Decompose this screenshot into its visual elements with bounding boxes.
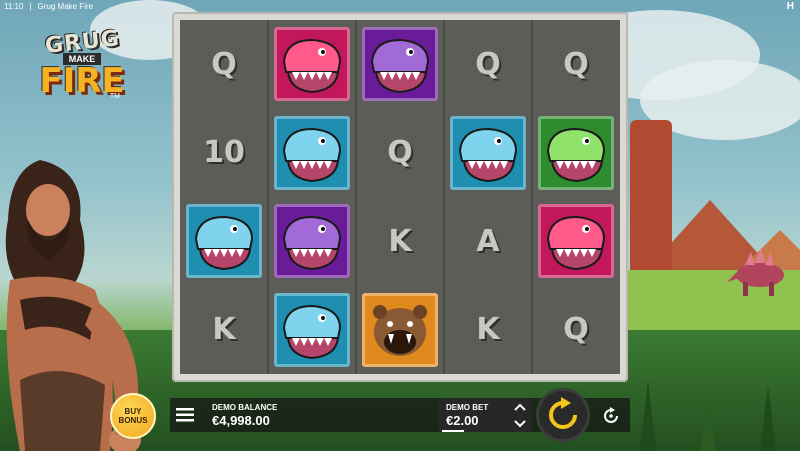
brand-logo: H [786,1,794,12]
grass [760,386,776,451]
game-logo: GRUG MAKE FIRE TM [36,26,128,134]
stegosaurus-icon [727,248,784,296]
hamburger-icon [176,408,194,422]
symbol-tile-purple-dino [362,27,438,102]
reel-cell: Q [532,286,620,375]
symbol-letter: Q [211,46,237,82]
reel-cell [268,286,356,375]
symbol-tile-red-dino [274,27,350,102]
symbol-letter: Q [387,135,413,171]
symbol-letter: Q [475,46,501,82]
red-dino-icon [282,39,342,94]
reel-divider [443,20,445,374]
reel-divider [531,20,533,374]
symbol-letter: Q [563,46,589,82]
buy-bonus-button[interactable]: BUY BONUS [110,393,156,439]
blue-dino-icon [194,216,254,271]
reel-frame: Q Q Q 10 Q K A K K Q [172,12,628,382]
reel-cell: Q [532,20,620,109]
title-separator: | [29,2,32,11]
balance-value: €4,998.00 [212,413,270,428]
reel-cell: K [180,286,268,375]
red-dino-icon [546,216,606,271]
logo-line-1: GRUG [43,26,121,59]
bet-value: €2.00 [446,413,479,428]
reel-cell: A [444,197,532,286]
reel-cell [180,197,268,286]
reel-cell [444,109,532,198]
reel-cell: 10 [180,109,268,198]
bet-increase-button[interactable] [514,403,526,411]
green-dino-icon [546,127,606,182]
symbol-tile-bear [362,292,438,367]
reel-cell: K [444,286,532,375]
autoplay-button[interactable] [598,403,624,429]
bet-decrease-button[interactable] [514,419,526,428]
reel-cell [532,109,620,198]
bet-indicator [442,430,464,432]
blue-dino-icon [458,127,518,182]
reel-divider [267,20,269,374]
blue-dino-icon [282,304,342,359]
grass [700,401,716,451]
reel-cell [356,286,444,375]
purple-dino-icon [282,216,342,271]
reel-cell [356,20,444,109]
symbol-letter: K [388,223,412,259]
game-title: Grug Make Fire [37,2,94,11]
symbol-tile-purple-dino [274,204,350,279]
symbol-letter: K [212,312,236,348]
bet-label: DEMO BET [446,403,489,412]
reel-cell: K [356,197,444,286]
spin-button[interactable] [536,388,590,442]
bet-stepper [510,398,530,432]
grass [640,381,656,451]
symbol-letter: K [476,312,500,348]
symbol-tile-green-dino [538,115,614,190]
reel-cell: Q [356,109,444,198]
buy-bonus-label: BUY BONUS [118,407,148,425]
reel-cell: Q [180,20,268,109]
reel-divider [355,20,357,374]
symbol-tile-blue-dino [450,115,526,190]
symbol-tile-blue-dino [186,204,262,279]
reel-cell [532,197,620,286]
reel-grid: Q Q Q 10 Q K A K K Q [180,20,620,374]
blue-dino-icon [282,127,342,182]
symbol-letter: Q [563,312,589,348]
clock-time: 11:10 [4,2,24,11]
symbol-tile-red-dino [538,204,614,279]
logo-trademark: TM [109,93,120,100]
symbol-tile-blue-dino [274,115,350,190]
reel-cell [268,197,356,286]
purple-dino-icon [370,39,430,94]
autoplay-icon [604,407,618,423]
reel-cell [268,20,356,109]
symbol-tile-blue-dino [274,292,350,367]
balance-label: DEMO BALANCE [212,403,278,412]
reel-cell [268,109,356,198]
symbol-letter: A [476,223,500,259]
bear-icon [373,304,427,356]
spin-arrow-icon [549,397,577,429]
symbol-letter: 10 [203,135,245,171]
menu-button[interactable] [170,398,200,432]
reel-cell: Q [444,20,532,109]
